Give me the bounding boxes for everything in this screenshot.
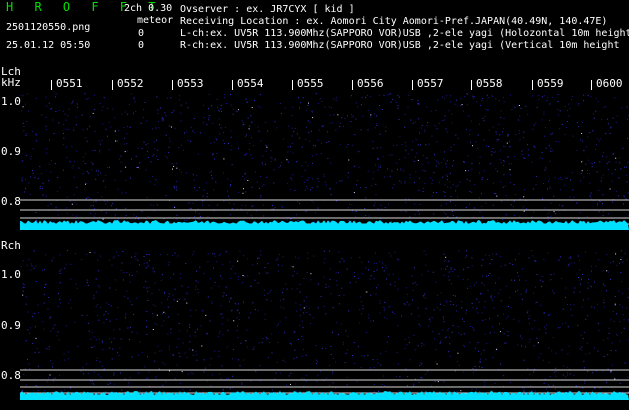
meteor-count-left: 0	[138, 28, 145, 39]
time-tick: 0557	[412, 77, 444, 90]
lch-tick-2: 0.9	[1, 145, 21, 158]
lch-tick-3: 0.8	[1, 195, 21, 208]
time-tick: 0558	[471, 77, 503, 90]
time-tick: 0600	[591, 77, 623, 90]
rch-tick-2: 0.9	[1, 319, 21, 332]
observer-info: Ovserver : ex. JR7CYX [ kid ]	[180, 4, 355, 15]
rch-tick-1: 1.0	[1, 268, 21, 281]
time-axis: 0551 0552 0553 0554 0555 0556 0557 0558 …	[0, 78, 629, 92]
time-tick: 0554	[232, 77, 264, 90]
time-tick: 0552	[112, 77, 144, 90]
lch-tick-1: 1.0	[1, 95, 21, 108]
rch-info: R-ch:ex. UV5R 113.900Mhz(SAPPORO VOR)USB…	[180, 40, 620, 51]
time-tick: 0555	[292, 77, 324, 90]
lch-spectrogram-canvas	[20, 93, 629, 230]
filename-label: 2501120550.png	[6, 22, 91, 33]
time-tick: 0551	[51, 77, 83, 90]
rch-spectrogram-canvas	[20, 250, 629, 400]
version-label: 2ch 0.30	[124, 3, 173, 14]
time-tick: 0559	[532, 77, 564, 90]
rch-label: Rch	[1, 239, 21, 252]
location-info: Receiving Location : ex. Aomori City Aom…	[180, 16, 608, 27]
meteor-label: meteor	[137, 15, 174, 26]
datetime-label: 25.01.12 05:50	[6, 40, 91, 51]
lch-info: L-ch:ex. UV5R 113.900Mhz(SAPPORO VOR)USB…	[180, 28, 629, 39]
rch-spectrogram	[20, 250, 629, 400]
time-tick: 0556	[352, 77, 384, 90]
meteor-count-right: 0	[138, 40, 145, 51]
lch-spectrogram	[20, 93, 629, 230]
rch-tick-3: 0.8	[1, 369, 21, 382]
time-tick: 0553	[172, 77, 204, 90]
